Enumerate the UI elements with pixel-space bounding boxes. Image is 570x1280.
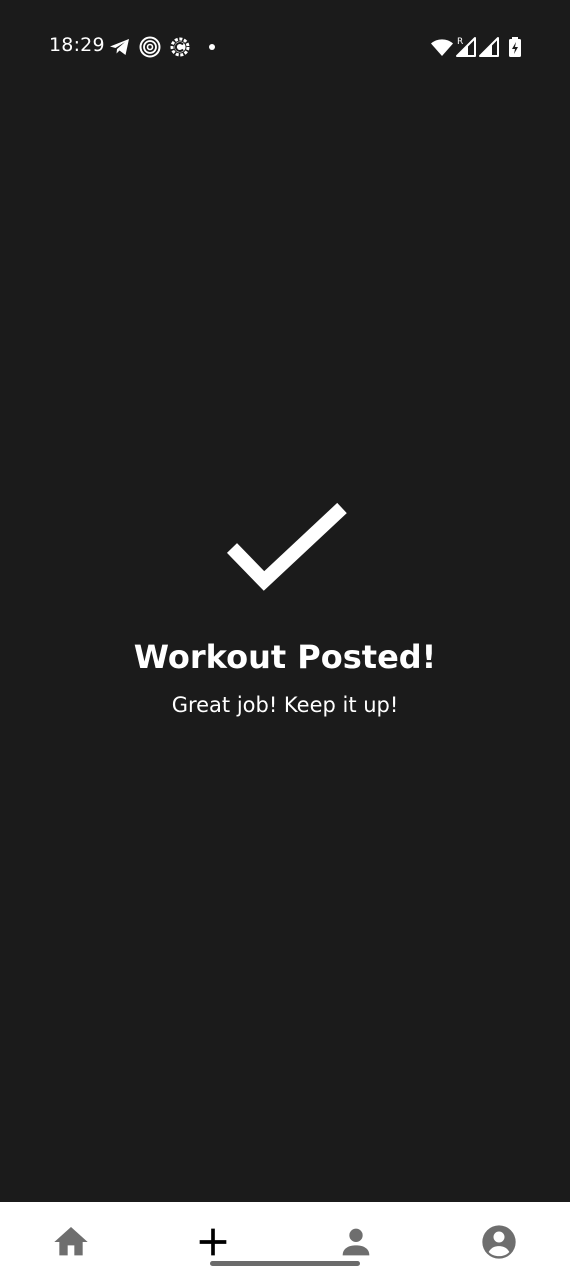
status-time: 18:29 <box>49 34 105 56</box>
svg-text:R: R <box>457 37 463 47</box>
person-icon <box>342 1228 370 1256</box>
success-subtitle: Great job! Keep it up! <box>171 693 399 717</box>
status-bar: 18:29 R <box>0 0 570 92</box>
gear-c-icon <box>168 35 192 59</box>
nav-add-button[interactable] <box>193 1222 233 1262</box>
wifi-icon <box>430 35 454 59</box>
gesture-handle[interactable] <box>210 1261 360 1266</box>
dot-icon <box>200 35 224 59</box>
signal-roaming-icon: R <box>454 35 478 59</box>
bottom-navigation <box>0 1202 570 1280</box>
telegram-icon <box>108 35 132 59</box>
add-icon <box>199 1228 227 1256</box>
fingerprint-target-icon <box>138 35 162 59</box>
nav-account-button[interactable] <box>479 1222 519 1262</box>
success-title: Workout Posted! <box>133 638 437 676</box>
account-circle-icon <box>482 1225 516 1259</box>
nav-home-button[interactable] <box>51 1222 91 1262</box>
signal-icon <box>477 35 501 59</box>
nav-person-button[interactable] <box>336 1222 376 1262</box>
battery-charging-icon <box>503 35 527 59</box>
home-icon <box>54 1227 88 1256</box>
checkmark-icon <box>222 500 352 600</box>
